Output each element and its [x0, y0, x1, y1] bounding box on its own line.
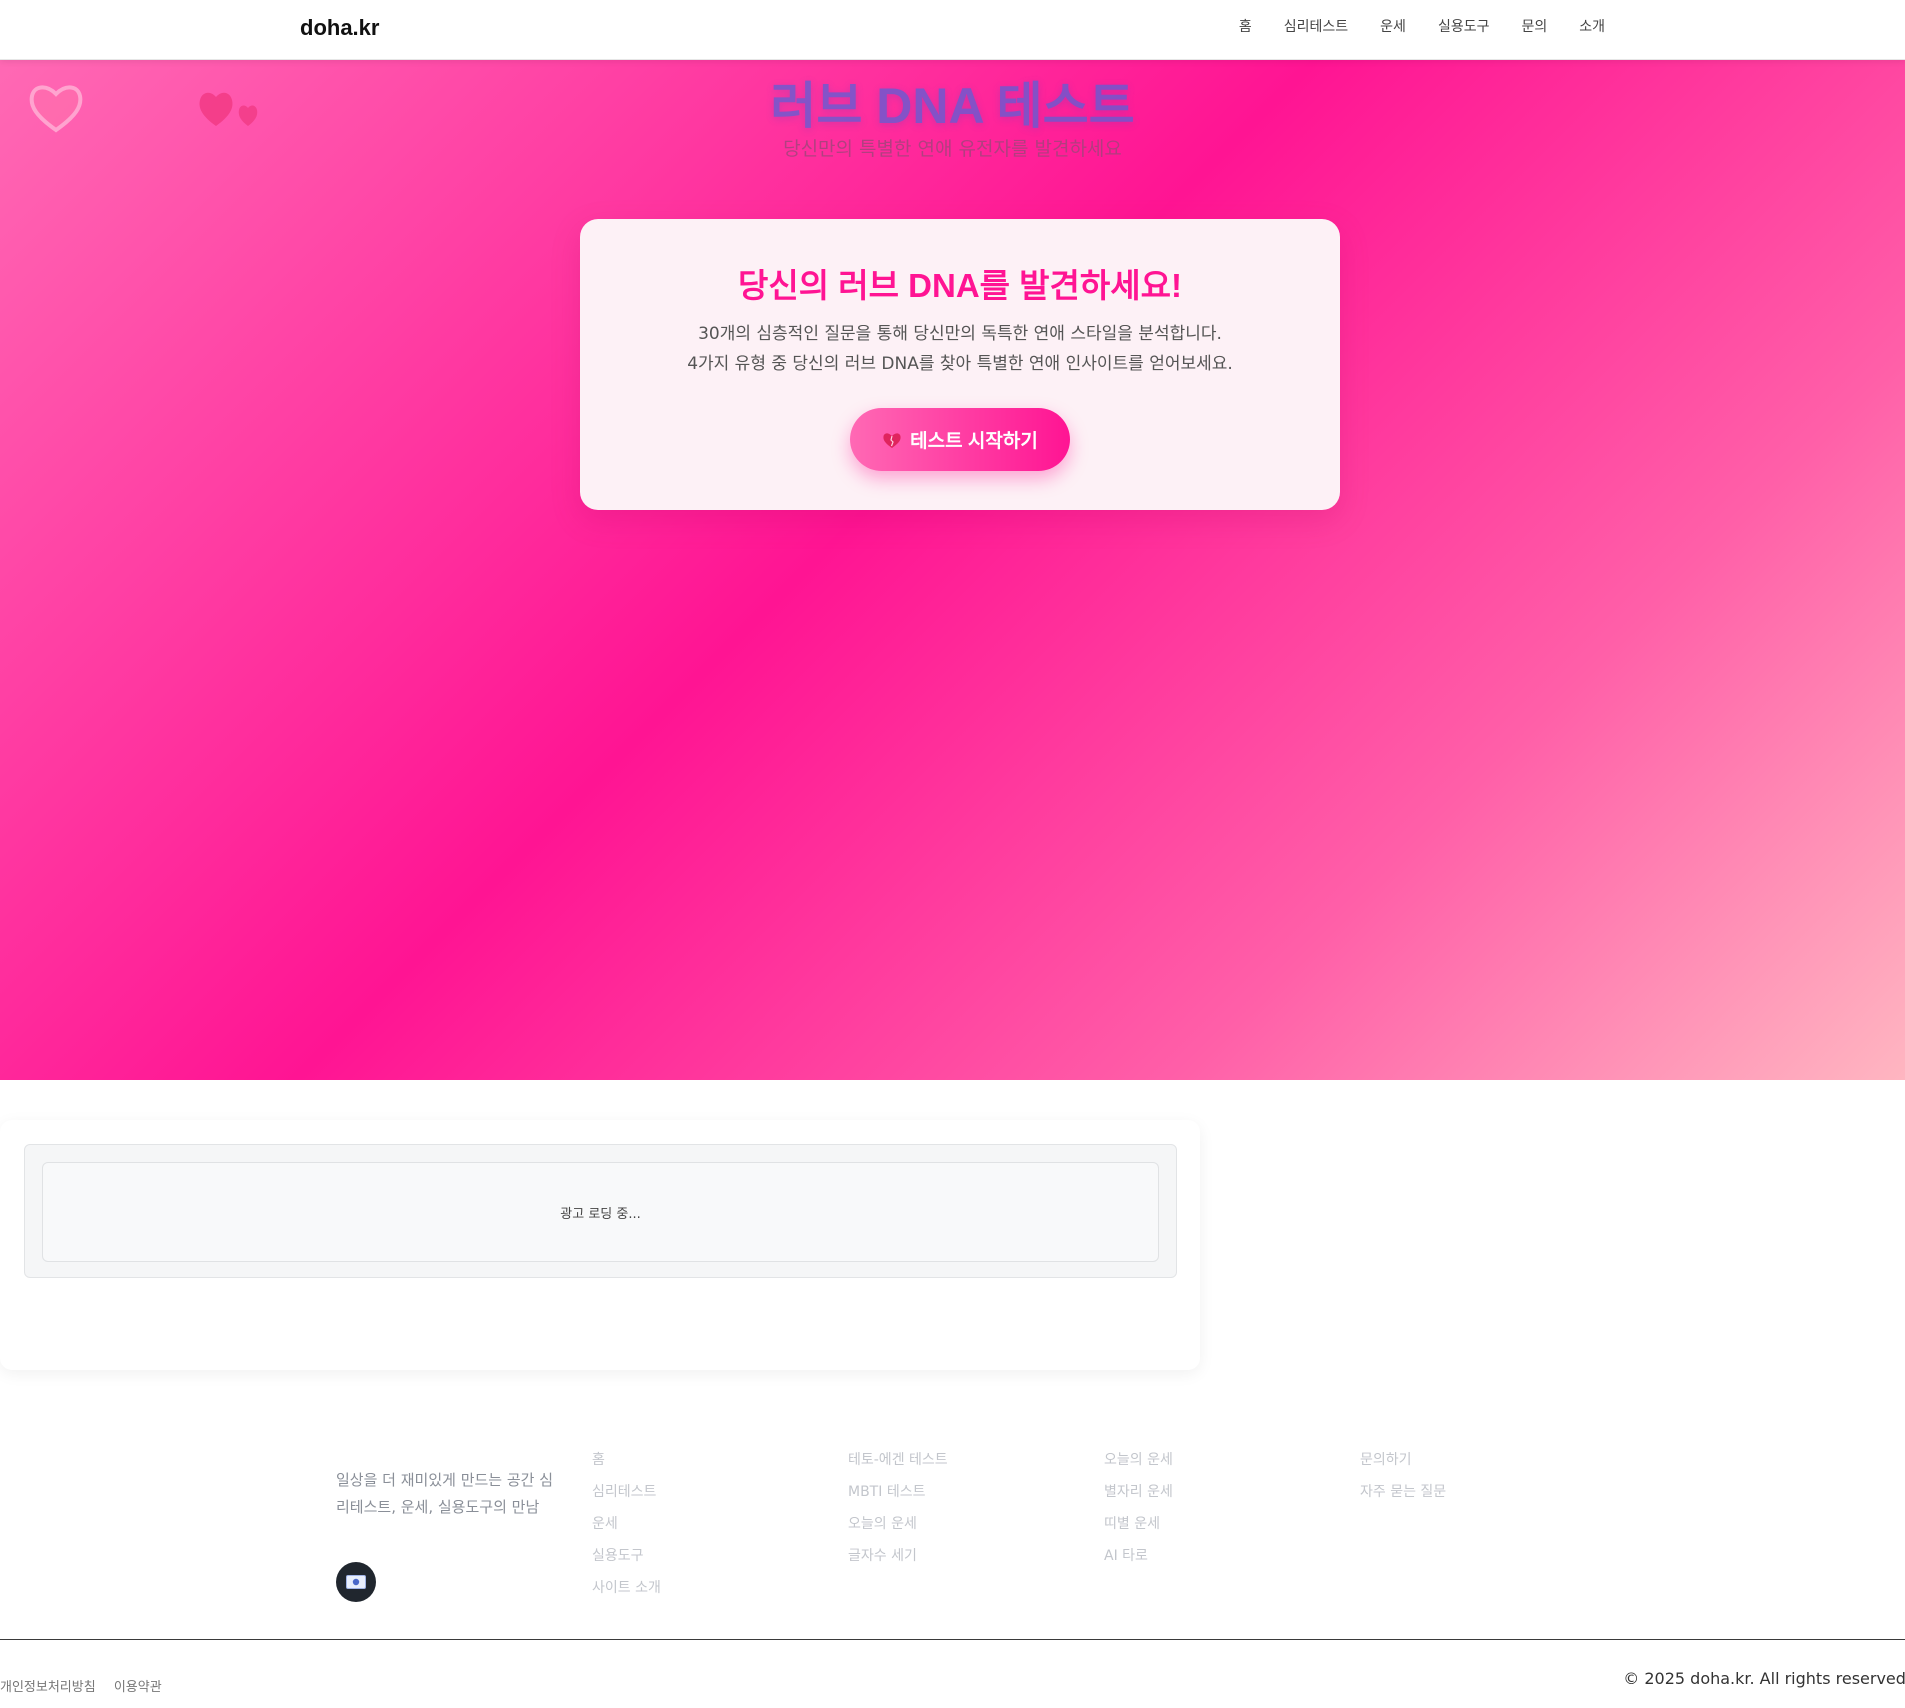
footer-link[interactable]: 글자수 세기: [848, 1546, 948, 1578]
footer-link[interactable]: 운세: [592, 1514, 661, 1546]
footer-link[interactable]: 띠별 운세: [1104, 1514, 1173, 1546]
intro-line-1: 30개의 심층적인 질문을 통해 당신만의 독특한 연애 스타일을 분석합니다.: [698, 324, 1222, 344]
ad-loading-text: 광고 로딩 중...: [560, 1206, 641, 1222]
footer-link[interactable]: 문의하기: [1360, 1450, 1446, 1482]
hero-section: 러브 DNA 테스트 당신만의 특별한 연애 유전자를 발견하세요 당신의 러브…: [0, 60, 1905, 1080]
terms-link[interactable]: 이용약관: [114, 1680, 162, 1695]
page-title: 러브 DNA 테스트: [770, 78, 1135, 134]
site-logo[interactable]: doha.kr: [300, 15, 379, 41]
main-nav: 홈 심리테스트 운세 실용도구 문의 소개: [1207, 16, 1605, 36]
footer-link[interactable]: 오늘의 운세: [1104, 1450, 1173, 1482]
footer-link[interactable]: 오늘의 운세: [848, 1514, 948, 1546]
footer-link[interactable]: 별자리 운세: [1104, 1482, 1173, 1514]
footer-link[interactable]: 자주 묻는 질문: [1360, 1482, 1446, 1514]
ad-placeholder: 광고 로딩 중...: [42, 1162, 1159, 1262]
footer-col-main: 홈 심리테스트 운세 실용도구 사이트 소개: [592, 1450, 661, 1610]
intro-line-2: 4가지 유형 중 당신의 러브 DNA를 찾아 특별한 연애 인사이트를 얻어보…: [687, 354, 1233, 374]
footer-link[interactable]: MBTI 테스트: [848, 1482, 948, 1514]
start-test-button[interactable]: 테스트 시작하기: [850, 408, 1070, 471]
mail-icon: [346, 1575, 366, 1589]
footer-link[interactable]: 테토-에겐 테스트: [848, 1450, 948, 1482]
nav-psych-tests[interactable]: 심리테스트: [1284, 16, 1348, 36]
copyright-text: © 2025 doha.kr. All rights reserved.: [1623, 1669, 1905, 1688]
start-test-label: 테스트 시작하기: [910, 431, 1038, 452]
footer-link[interactable]: 사이트 소개: [592, 1578, 661, 1610]
legal-links: 개인정보처리방침 이용약관: [0, 1676, 176, 1695]
footer-link[interactable]: 실용도구: [592, 1546, 661, 1578]
page-subtitle: 당신만의 특별한 연애 유전자를 발견하세요: [783, 138, 1122, 160]
footer-description: 일상을 더 재미있게 만드는 공간 심리테스트, 운세, 실용도구의 만남: [336, 1471, 554, 1516]
footer-link[interactable]: 심리테스트: [592, 1482, 661, 1514]
footer-col-tests: 테토-에겐 테스트 MBTI 테스트 오늘의 운세 글자수 세기: [848, 1450, 948, 1578]
footer-link[interactable]: AI 타로: [1104, 1546, 1173, 1578]
site-header: doha.kr 홈 심리테스트 운세 실용도구 문의 소개: [0, 0, 1905, 60]
nav-contact[interactable]: 문의: [1521, 16, 1547, 36]
ad-container: 광고 로딩 중...: [24, 1144, 1177, 1278]
intro-card: 당신의 러브 DNA를 발견하세요! 30개의 심층적인 질문을 통해 당신만의…: [580, 219, 1340, 510]
ad-section: 광고 로딩 중...: [0, 1120, 1200, 1370]
nav-fortune[interactable]: 운세: [1380, 16, 1406, 36]
footer-col-fortune: 오늘의 운세 별자리 운세 띠별 운세 AI 타로: [1104, 1450, 1173, 1578]
footer-social-icon[interactable]: [336, 1562, 376, 1602]
footer-col-support: 문의하기 자주 묻는 질문: [1360, 1450, 1446, 1514]
nav-tools[interactable]: 실용도구: [1438, 16, 1490, 36]
nav-home[interactable]: 홈: [1239, 16, 1252, 36]
intro-heading: 당신의 러브 DNA를 발견하세요!: [738, 267, 1182, 304]
privacy-policy-link[interactable]: 개인정보처리방침: [0, 1680, 96, 1695]
heart-icon: [883, 432, 901, 448]
footer-divider: [0, 1639, 1905, 1640]
nav-about[interactable]: 소개: [1579, 16, 1605, 36]
footer-link[interactable]: 홈: [592, 1450, 661, 1482]
